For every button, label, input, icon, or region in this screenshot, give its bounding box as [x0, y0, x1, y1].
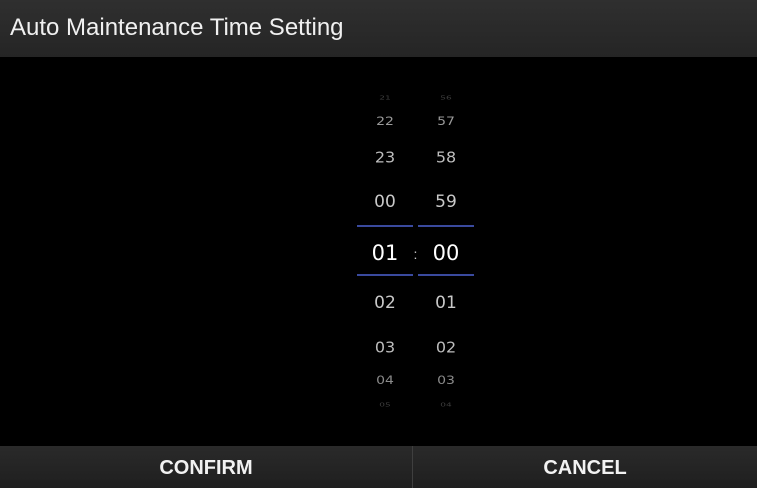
hour-selection-bottom-line	[357, 274, 413, 276]
hour-selection-top-line	[357, 225, 413, 227]
hour-item[interactable]: 00	[357, 192, 413, 213]
hour-item[interactable]: 05	[357, 402, 413, 409]
hour-item[interactable]: 21	[357, 95, 413, 102]
time-setting-dialog: Auto Maintenance Time Setting 21 22 23 0…	[0, 0, 757, 488]
confirm-button[interactable]: CONFIRM	[0, 446, 412, 488]
minute-item[interactable]: 02	[418, 339, 474, 357]
dialog-title: Auto Maintenance Time Setting	[10, 14, 344, 41]
hour-item-selected[interactable]: 01	[357, 241, 413, 266]
hour-item[interactable]: 04	[357, 374, 413, 388]
hour-item[interactable]: 22	[357, 115, 413, 129]
cancel-button[interactable]: CANCEL	[413, 446, 757, 488]
button-bar: CONFIRM CANCEL	[0, 446, 757, 488]
hour-wheel[interactable]: 21 22 23 00 01 02 03 04 05	[357, 88, 413, 418]
minute-item[interactable]: 03	[418, 374, 474, 388]
minute-item[interactable]: 59	[418, 192, 474, 213]
minute-item-selected[interactable]: 00	[418, 241, 474, 266]
hour-item[interactable]: 02	[357, 293, 413, 314]
minute-item[interactable]: 58	[418, 149, 474, 167]
minute-selection-top-line	[418, 225, 474, 227]
minute-item[interactable]: 56	[418, 95, 474, 102]
minute-wheel[interactable]: 56 57 58 59 00 01 02 03 04	[418, 88, 474, 418]
minute-selection-bottom-line	[418, 274, 474, 276]
minute-item[interactable]: 01	[418, 293, 474, 314]
minute-item[interactable]: 04	[418, 402, 474, 409]
time-picker: 21 22 23 00 01 02 03 04 05 : 56 57 58 59…	[357, 88, 477, 418]
hour-item[interactable]: 03	[357, 339, 413, 357]
minute-item[interactable]: 57	[418, 115, 474, 129]
title-bar: Auto Maintenance Time Setting	[0, 0, 757, 57]
hour-item[interactable]: 23	[357, 149, 413, 167]
